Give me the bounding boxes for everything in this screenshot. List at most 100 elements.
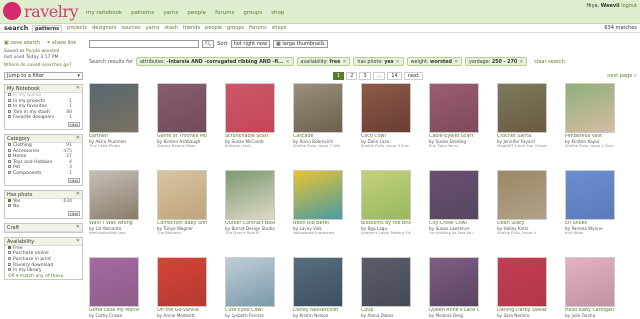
checkbox[interactable]	[8, 115, 11, 119]
pattern-thumbnail[interactable]	[429, 83, 479, 133]
pattern-thumbnail[interactable]	[293, 83, 343, 133]
tab-shops[interactable]: shops	[272, 25, 287, 33]
pattern-thumbnail[interactable]	[565, 83, 615, 133]
filter-option[interactable]: Components 1	[5, 170, 82, 177]
pattern-thumbnail[interactable]	[361, 83, 411, 133]
pattern-card[interactable]: Confection Baby Shrug by Tonya Wagner The …	[157, 170, 207, 236]
search-button[interactable]: 🔍︎	[202, 40, 215, 48]
checkbox[interactable]	[8, 165, 11, 169]
page-link[interactable]: ...	[372, 72, 386, 80]
checkbox[interactable]	[8, 154, 11, 158]
filter-option[interactable]: No	[5, 204, 82, 210]
pattern-source[interactable]: MagKNIT's Knit Fun Ornament	[497, 144, 547, 149]
tab-stash[interactable]: stash	[164, 25, 177, 33]
pattern-thumbnail[interactable]	[89, 170, 139, 220]
pattern-thumbnail[interactable]	[225, 170, 275, 220]
pattern-source[interactable]: Knitwitz (self)	[225, 144, 275, 149]
pattern-card[interactable]: Scrunchable Scarf by Susan McComb Knitwitz…	[225, 83, 275, 149]
jump-to-filter-select[interactable]: Jump to a filter	[4, 72, 83, 80]
pattern-card[interactable]: Gotta Love My Monsterby Cathy Crowe	[89, 257, 139, 318]
filter-option[interactable]: Favorite designers 1	[5, 115, 82, 121]
pattern-designer[interactable]: by Annie Modesitt	[157, 313, 207, 318]
tab-friends[interactable]: friends	[183, 25, 200, 33]
pattern-source[interactable]: Sheltie Pulls, Issue 7 Win	[293, 144, 343, 149]
filter-chip[interactable]: weight: worsted ✕	[406, 57, 463, 66]
pattern-thumbnail[interactable]	[157, 257, 207, 307]
pattern-card[interactable]: Dean Stacy by Halley Knits Sheltie Pulls, …	[497, 170, 547, 236]
pattern-source[interactable]: Andrea's Lover Pattern Site	[361, 231, 411, 236]
pattern-source[interactable]: I'm Knitting As Fast As I	[429, 231, 479, 236]
search-input[interactable]	[89, 40, 199, 48]
pattern-card[interactable]: Game of Thrones Mock by Kirsten Ashbaugh S…	[157, 83, 207, 149]
pattern-thumbnail[interactable]	[157, 170, 207, 220]
pattern-source[interactable]: Sheltie Pulls, Issue 4	[497, 231, 547, 236]
collapse-icon[interactable]: ✕	[76, 191, 80, 197]
remove-filter-icon[interactable]: ✕	[454, 60, 458, 65]
pattern-thumbnail[interactable]	[565, 170, 615, 220]
nav-item-forums[interactable]: forums	[215, 10, 234, 16]
pattern-card[interactable]: Outlier Contract-Basketsby Borrat Design…	[225, 170, 275, 236]
pattern-source[interactable]: Yellowtown Industries	[293, 231, 343, 236]
remove-filter-icon[interactable]: ✕	[342, 60, 346, 65]
pattern-card[interactable]: City Creek Cowl by Susan Lawrence I'm Knit…	[429, 170, 479, 236]
pattern-thumbnail[interactable]	[565, 257, 615, 307]
checkbox[interactable]	[8, 142, 11, 146]
nav-item-groups[interactable]: groups	[243, 10, 262, 16]
checkbox[interactable]	[8, 251, 11, 255]
nav-item-my-notebook[interactable]: my notebook	[86, 10, 122, 16]
filter-chip[interactable]: has photo: yes ✕	[353, 57, 404, 66]
checkbox[interactable]	[8, 93, 11, 96]
tab-groups[interactable]: groups	[227, 25, 244, 33]
checkbox[interactable]	[8, 159, 11, 163]
tab-forums[interactable]: forums	[249, 25, 267, 33]
tab-patterns[interactable]: patterns	[32, 25, 63, 33]
view-select[interactable]: ▦ large thumbnails	[273, 40, 328, 48]
next-page-link[interactable]: next page »	[607, 73, 637, 79]
pattern-card[interactable]: Crochet Santa by Jennifer Fayard MagKNIT's…	[497, 83, 547, 149]
checkbox[interactable]	[8, 198, 11, 202]
nav-item-yarns[interactable]: yarns	[163, 10, 178, 16]
pattern-thumbnail[interactable]	[497, 170, 547, 220]
pattern-designer[interactable]: by Cathy Crowe	[89, 313, 139, 318]
saved-search-name[interactable]: Purple worsted	[26, 49, 60, 54]
tab-sources[interactable]: sources	[121, 25, 140, 33]
nav-item-shop[interactable]: shop	[271, 10, 284, 16]
tab-projects[interactable]: projects	[67, 25, 87, 33]
pattern-source[interactable]: The Bloomer	[157, 231, 207, 236]
pattern-source[interactable]: Knit Witts	[565, 231, 615, 236]
collapse-icon[interactable]: ✕	[76, 135, 80, 141]
pattern-card[interactable]: Cable-Eyelet Scarf by Susan Dreding Purl S…	[429, 83, 479, 149]
collapse-icon[interactable]: ✕	[76, 85, 80, 91]
nav-item-patterns[interactable]: patterns	[131, 10, 154, 16]
pattern-card[interactable]: Cascade by Rocio Bobrovich Sheltie Pulls, …	[293, 83, 343, 149]
pattern-designer[interactable]: by Alana Dakos	[361, 313, 411, 318]
pattern-source[interactable]: Stormy Beanie Wool	[157, 144, 207, 149]
page-link[interactable]: next	[403, 72, 423, 80]
pattern-card[interactable]: Hello Baby Cardigan by Julie Tarsha	[565, 257, 615, 318]
pattern-designer[interactable]: by Melanie Berg	[429, 313, 479, 318]
clear-button[interactable]: clear	[68, 210, 80, 216]
pattern-thumbnail[interactable]	[361, 257, 411, 307]
sort-select[interactable]: hot right now	[230, 40, 271, 48]
pattern-source[interactable]: feministknitter.com	[89, 231, 139, 236]
match-mode-select[interactable]: OR ▾ match any of these	[5, 274, 82, 280]
pattern-card[interactable]: Darling Darby Sweater by Sara Nemiro	[497, 257, 547, 318]
pattern-thumbnail[interactable]	[429, 170, 479, 220]
pattern-source[interactable]: Purl Soho Yarns	[429, 144, 479, 149]
pattern-card[interactable]: Queen Anne's Lace Cowlby Melanie Berg	[429, 257, 479, 318]
pattern-designer[interactable]: by Lysbeth Ferrare	[225, 313, 275, 318]
pattern-thumbnail[interactable]	[361, 170, 411, 220]
page-link[interactable]: 1	[333, 72, 345, 80]
pattern-card[interactable]: Wait! I Was Wrong by Liz Abinante feminist…	[89, 170, 139, 236]
pattern-thumbnail[interactable]	[293, 170, 343, 220]
pattern-thumbnail[interactable]	[89, 257, 139, 307]
page-link[interactable]: 2	[346, 72, 358, 80]
pattern-thumbnail[interactable]	[293, 257, 343, 307]
pattern-thumbnail[interactable]	[497, 257, 547, 307]
pattern-card[interactable]: Blossoms by the Brook by Bga Lagu Andrea's…	[361, 170, 411, 236]
nav-item-people[interactable]: people	[187, 10, 206, 16]
pattern-card[interactable]: Dandy Neckerchief by Kristin Nelson	[293, 257, 343, 318]
checkbox[interactable]	[8, 104, 11, 108]
page-link[interactable]: 14	[387, 72, 402, 80]
pattern-card[interactable]: Elf Shoes by Pamela Wynne Knit Witts	[565, 170, 615, 236]
